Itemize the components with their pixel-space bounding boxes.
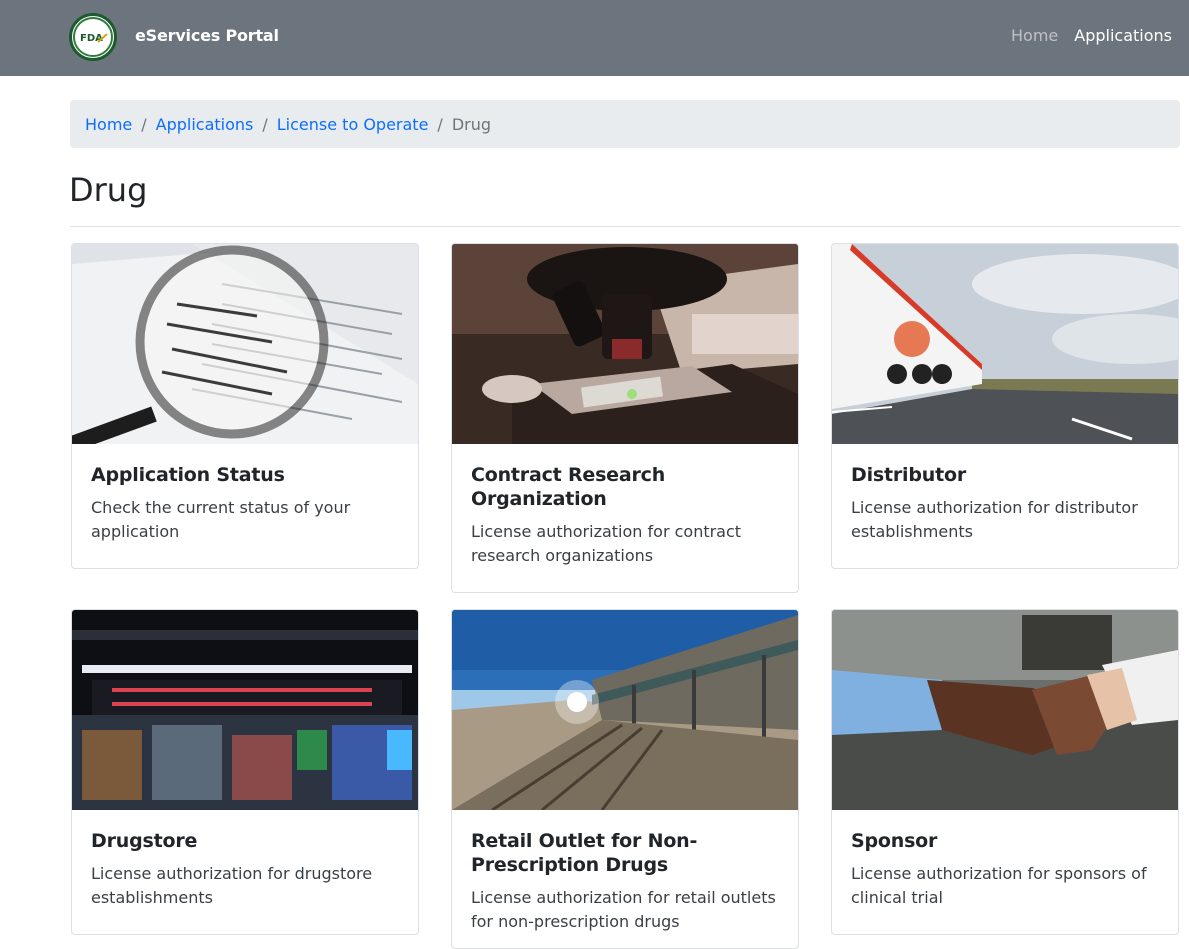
card-text: License authorization for drugstore esta… (91, 864, 373, 907)
brand-name[interactable]: eServices Portal (135, 26, 279, 45)
nav-links: Home Applications (1011, 26, 1172, 45)
card-text: License authorization for distributor es… (851, 498, 1138, 541)
card-body: Distributor License authorization for di… (832, 444, 1178, 544)
page-title: Drug (69, 171, 148, 209)
breadcrumb: Home / Applications / License to Operate… (70, 100, 1180, 148)
card-contract-research-organization[interactable]: Contract Research Organization License a… (451, 243, 799, 593)
breadcrumb-license-to-operate[interactable]: License to Operate (277, 115, 429, 134)
magnifying-glass-image (72, 244, 418, 444)
general-store-image (452, 610, 798, 810)
card-text: Check the current status of your applica… (91, 498, 351, 541)
card-body: Drugstore License authorization for drug… (72, 810, 418, 910)
handshake-image (832, 610, 1178, 810)
card-drugstore[interactable]: Drugstore License authorization for drug… (71, 609, 419, 935)
nav-applications-link[interactable]: Applications (1074, 26, 1172, 45)
card-text: License authorization for contract resea… (471, 522, 742, 565)
card-retail-outlet[interactable]: Retail Outlet for Non-Prescription Drugs… (451, 609, 799, 949)
nav-home-link[interactable]: Home (1011, 26, 1058, 45)
microscope-image (452, 244, 798, 444)
breadcrumb-home[interactable]: Home (85, 115, 132, 134)
card-title[interactable]: Contract Research Organization (471, 463, 779, 511)
card-application-status[interactable]: Application Status Check the current sta… (71, 243, 419, 569)
card-body: Application Status Check the current sta… (72, 444, 418, 544)
title-divider (70, 226, 1180, 227)
truck-image (832, 244, 1178, 444)
breadcrumb-current: Drug (451, 114, 492, 134)
breadcrumb-separator: / (437, 114, 443, 134)
card-body: Contract Research Organization License a… (452, 444, 798, 568)
card-title[interactable]: Application Status (91, 463, 399, 487)
card-title[interactable]: Drugstore (91, 829, 399, 853)
fda-logo-text: FDA (80, 33, 103, 44)
card-sponsor[interactable]: Sponsor License authorization for sponso… (831, 609, 1179, 935)
breadcrumb-applications[interactable]: Applications (156, 115, 254, 134)
card-title[interactable]: Sponsor (851, 829, 1159, 853)
top-navbar: FDA eServices Portal Home Applications (0, 0, 1189, 76)
card-body: Retail Outlet for Non-Prescription Drugs… (452, 810, 798, 934)
fda-logo-icon[interactable]: FDA (69, 13, 117, 61)
card-title[interactable]: Retail Outlet for Non-Prescription Drugs (471, 829, 779, 877)
breadcrumb-separator: / (262, 114, 268, 134)
card-body: Sponsor License authorization for sponso… (832, 810, 1178, 910)
prescriptions-store-image (72, 610, 418, 810)
card-text: License authorization for retail outlets… (471, 888, 776, 931)
card-text: License authorization for sponsors of cl… (851, 864, 1147, 907)
breadcrumb-separator: / (141, 114, 147, 134)
card-distributor[interactable]: Distributor License authorization for di… (831, 243, 1179, 569)
card-title[interactable]: Distributor (851, 463, 1159, 487)
